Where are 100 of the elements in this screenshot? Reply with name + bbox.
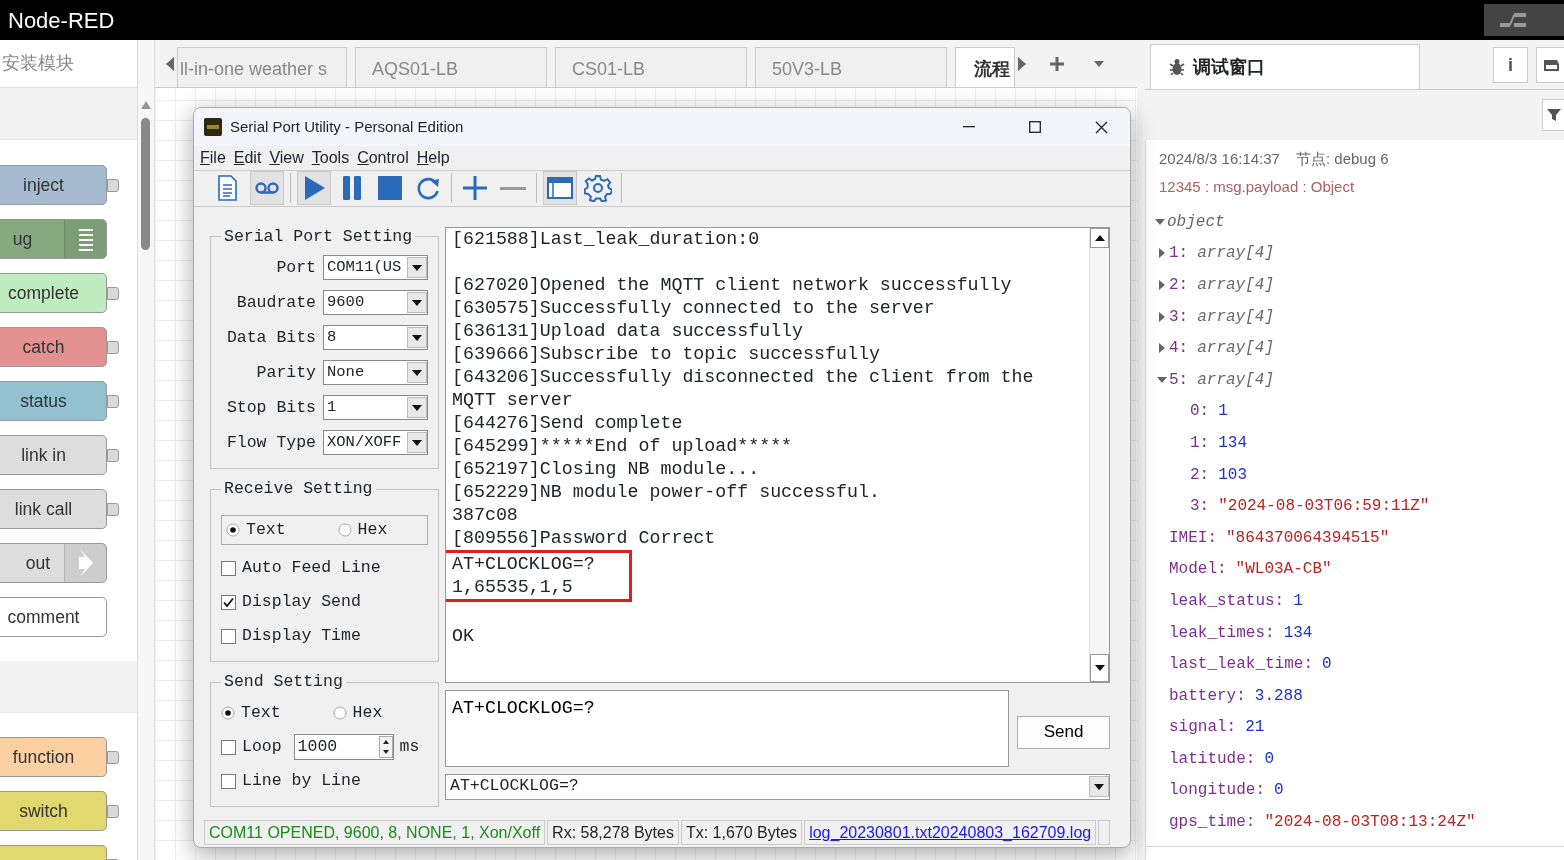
checkbox-label[interactable]: Auto Feed Line xyxy=(242,555,381,581)
checkbox[interactable] xyxy=(221,594,236,610)
palette-node[interactable]: link in xyxy=(0,435,107,475)
menu-item[interactable]: View xyxy=(269,146,304,170)
message-time: 2024/8/3 16:14:37 xyxy=(1159,149,1280,169)
toolbar-button[interactable] xyxy=(297,171,331,206)
port-handle[interactable] xyxy=(107,750,119,764)
field-label: Baudrate xyxy=(236,291,316,314)
port-handle[interactable] xyxy=(107,394,119,408)
tx-count: Tx: 1,670 Bytes xyxy=(680,820,803,845)
port-handle[interactable] xyxy=(107,178,119,192)
sidebar-tab[interactable]: 调试窗口 xyxy=(1150,44,1420,89)
property-key: leak_status: xyxy=(1169,588,1285,613)
scroll-up-button[interactable] xyxy=(1090,227,1109,248)
menu-item[interactable]: Edit xyxy=(233,146,262,170)
dropdown[interactable]: 9600 xyxy=(323,290,428,316)
property-value: "864370064394515" xyxy=(1226,527,1390,549)
node-label: 节点: debug 6 xyxy=(1295,149,1389,169)
radio-button[interactable] xyxy=(332,706,347,720)
menu-item[interactable]: Help xyxy=(416,146,450,170)
checkbox[interactable] xyxy=(221,773,236,789)
palette-node[interactable]: complete xyxy=(0,273,107,313)
radio-button[interactable] xyxy=(221,706,235,720)
property-value: "2024-08-03T08:13:24Z" xyxy=(1264,812,1476,834)
radio-label[interactable]: Text xyxy=(246,517,286,543)
scroll-down-button[interactable] xyxy=(1090,653,1109,682)
info-button[interactable]: i xyxy=(1492,47,1529,83)
rx-count: Rx: 58,278 Bytes xyxy=(547,820,679,845)
radio-label[interactable]: Hex xyxy=(357,517,388,543)
checkbox-label[interactable]: Display Time xyxy=(242,623,361,649)
radio-label[interactable]: Hex xyxy=(352,700,383,726)
radio-button[interactable] xyxy=(337,523,352,538)
toolbar-button[interactable] xyxy=(543,171,577,206)
palette-node[interactable]: catch xyxy=(0,327,107,367)
checkbox[interactable] xyxy=(221,739,236,755)
palette-node[interactable]: link call xyxy=(0,489,107,529)
checkbox[interactable] xyxy=(221,628,236,644)
scrollbar-thumb[interactable] xyxy=(141,118,150,250)
toolbar-button[interactable] xyxy=(250,171,284,206)
app-title: Node-RED xyxy=(7,6,115,35)
scroll-left-icon xyxy=(165,55,175,72)
send-field[interactable]: AT+CLOCKLOG=? xyxy=(445,689,1009,767)
checkbox-label[interactable]: Line by Line xyxy=(242,768,361,794)
add-icon[interactable] xyxy=(1049,55,1065,72)
caret-icon[interactable] xyxy=(1093,59,1105,68)
connection-status: COM11 OPENED, 9600, 8, NONE, 1, Xon/Xoff xyxy=(204,820,546,845)
property-key: battery: xyxy=(1169,683,1246,708)
history-dropdown[interactable]: AT+CLOCKLOG=? xyxy=(445,773,1110,800)
field-label: Port xyxy=(276,256,316,279)
stop-icon xyxy=(376,174,404,203)
deploy-button[interactable] xyxy=(1484,4,1564,36)
dropdown[interactable]: None xyxy=(323,360,428,386)
property-key: 5: xyxy=(1169,367,1189,392)
book-button[interactable] xyxy=(1536,47,1564,83)
checkbox-label[interactable]: Loop xyxy=(242,734,282,760)
palette-node[interactable]: ug xyxy=(0,219,107,259)
port-handle[interactable] xyxy=(107,448,119,462)
resize-handle[interactable] xyxy=(1137,40,1145,860)
app-icon xyxy=(204,118,222,136)
menu-item[interactable]: File xyxy=(200,146,226,170)
checkbox[interactable] xyxy=(221,560,236,576)
palette-node[interactable]: status xyxy=(0,381,107,421)
minus-icon xyxy=(500,186,526,190)
property-value: 103 xyxy=(1218,464,1247,486)
palette-node[interactable]: comment xyxy=(0,597,107,637)
dropdown[interactable]: XON/XOFF xyxy=(323,430,428,456)
palette-node[interactable]: out xyxy=(0,543,107,583)
dropdown[interactable]: 1 xyxy=(323,395,428,421)
caret-icon xyxy=(412,369,422,376)
spinner-icon[interactable] xyxy=(378,736,393,758)
caret-icon xyxy=(412,264,422,271)
output-line: [809556]Password Correct xyxy=(452,526,717,550)
minimize-icon xyxy=(963,126,975,128)
close-icon xyxy=(1094,120,1108,134)
palette-node[interactable]: inject xyxy=(0,165,107,205)
property-key: 0: xyxy=(1190,399,1210,424)
flow-tab[interactable]: 流程 xyxy=(955,47,1015,87)
port-handle[interactable] xyxy=(107,502,119,516)
property-value: array[4] xyxy=(1197,338,1274,360)
property-key: IMEI: xyxy=(1169,525,1217,550)
send-button[interactable]: Send xyxy=(1017,715,1110,749)
dropdown[interactable]: 8 xyxy=(323,325,428,351)
checkbox-label[interactable]: Display Send xyxy=(242,589,361,615)
scroll-right-icon[interactable] xyxy=(1017,55,1027,72)
property-key: 3: xyxy=(1169,304,1189,329)
palette-node[interactable]: switch xyxy=(0,791,107,831)
menu-item[interactable]: Tools xyxy=(311,146,350,170)
radio-button[interactable] xyxy=(226,523,240,538)
menu-item[interactable]: Control xyxy=(357,146,409,170)
filter-button[interactable] xyxy=(1542,99,1564,131)
scroll-up-icon xyxy=(140,100,152,110)
caret-icon xyxy=(412,439,422,446)
port-handle[interactable] xyxy=(107,340,119,354)
palette-node[interactable]: function xyxy=(0,737,107,777)
dropdown[interactable]: COM11(US xyxy=(323,255,428,281)
property-value: 1 xyxy=(1218,401,1228,423)
port-handle[interactable] xyxy=(107,286,119,300)
radio-label[interactable]: Text xyxy=(241,700,281,726)
interval-field[interactable]: 1000 xyxy=(293,734,394,760)
port-handle[interactable] xyxy=(107,804,119,818)
